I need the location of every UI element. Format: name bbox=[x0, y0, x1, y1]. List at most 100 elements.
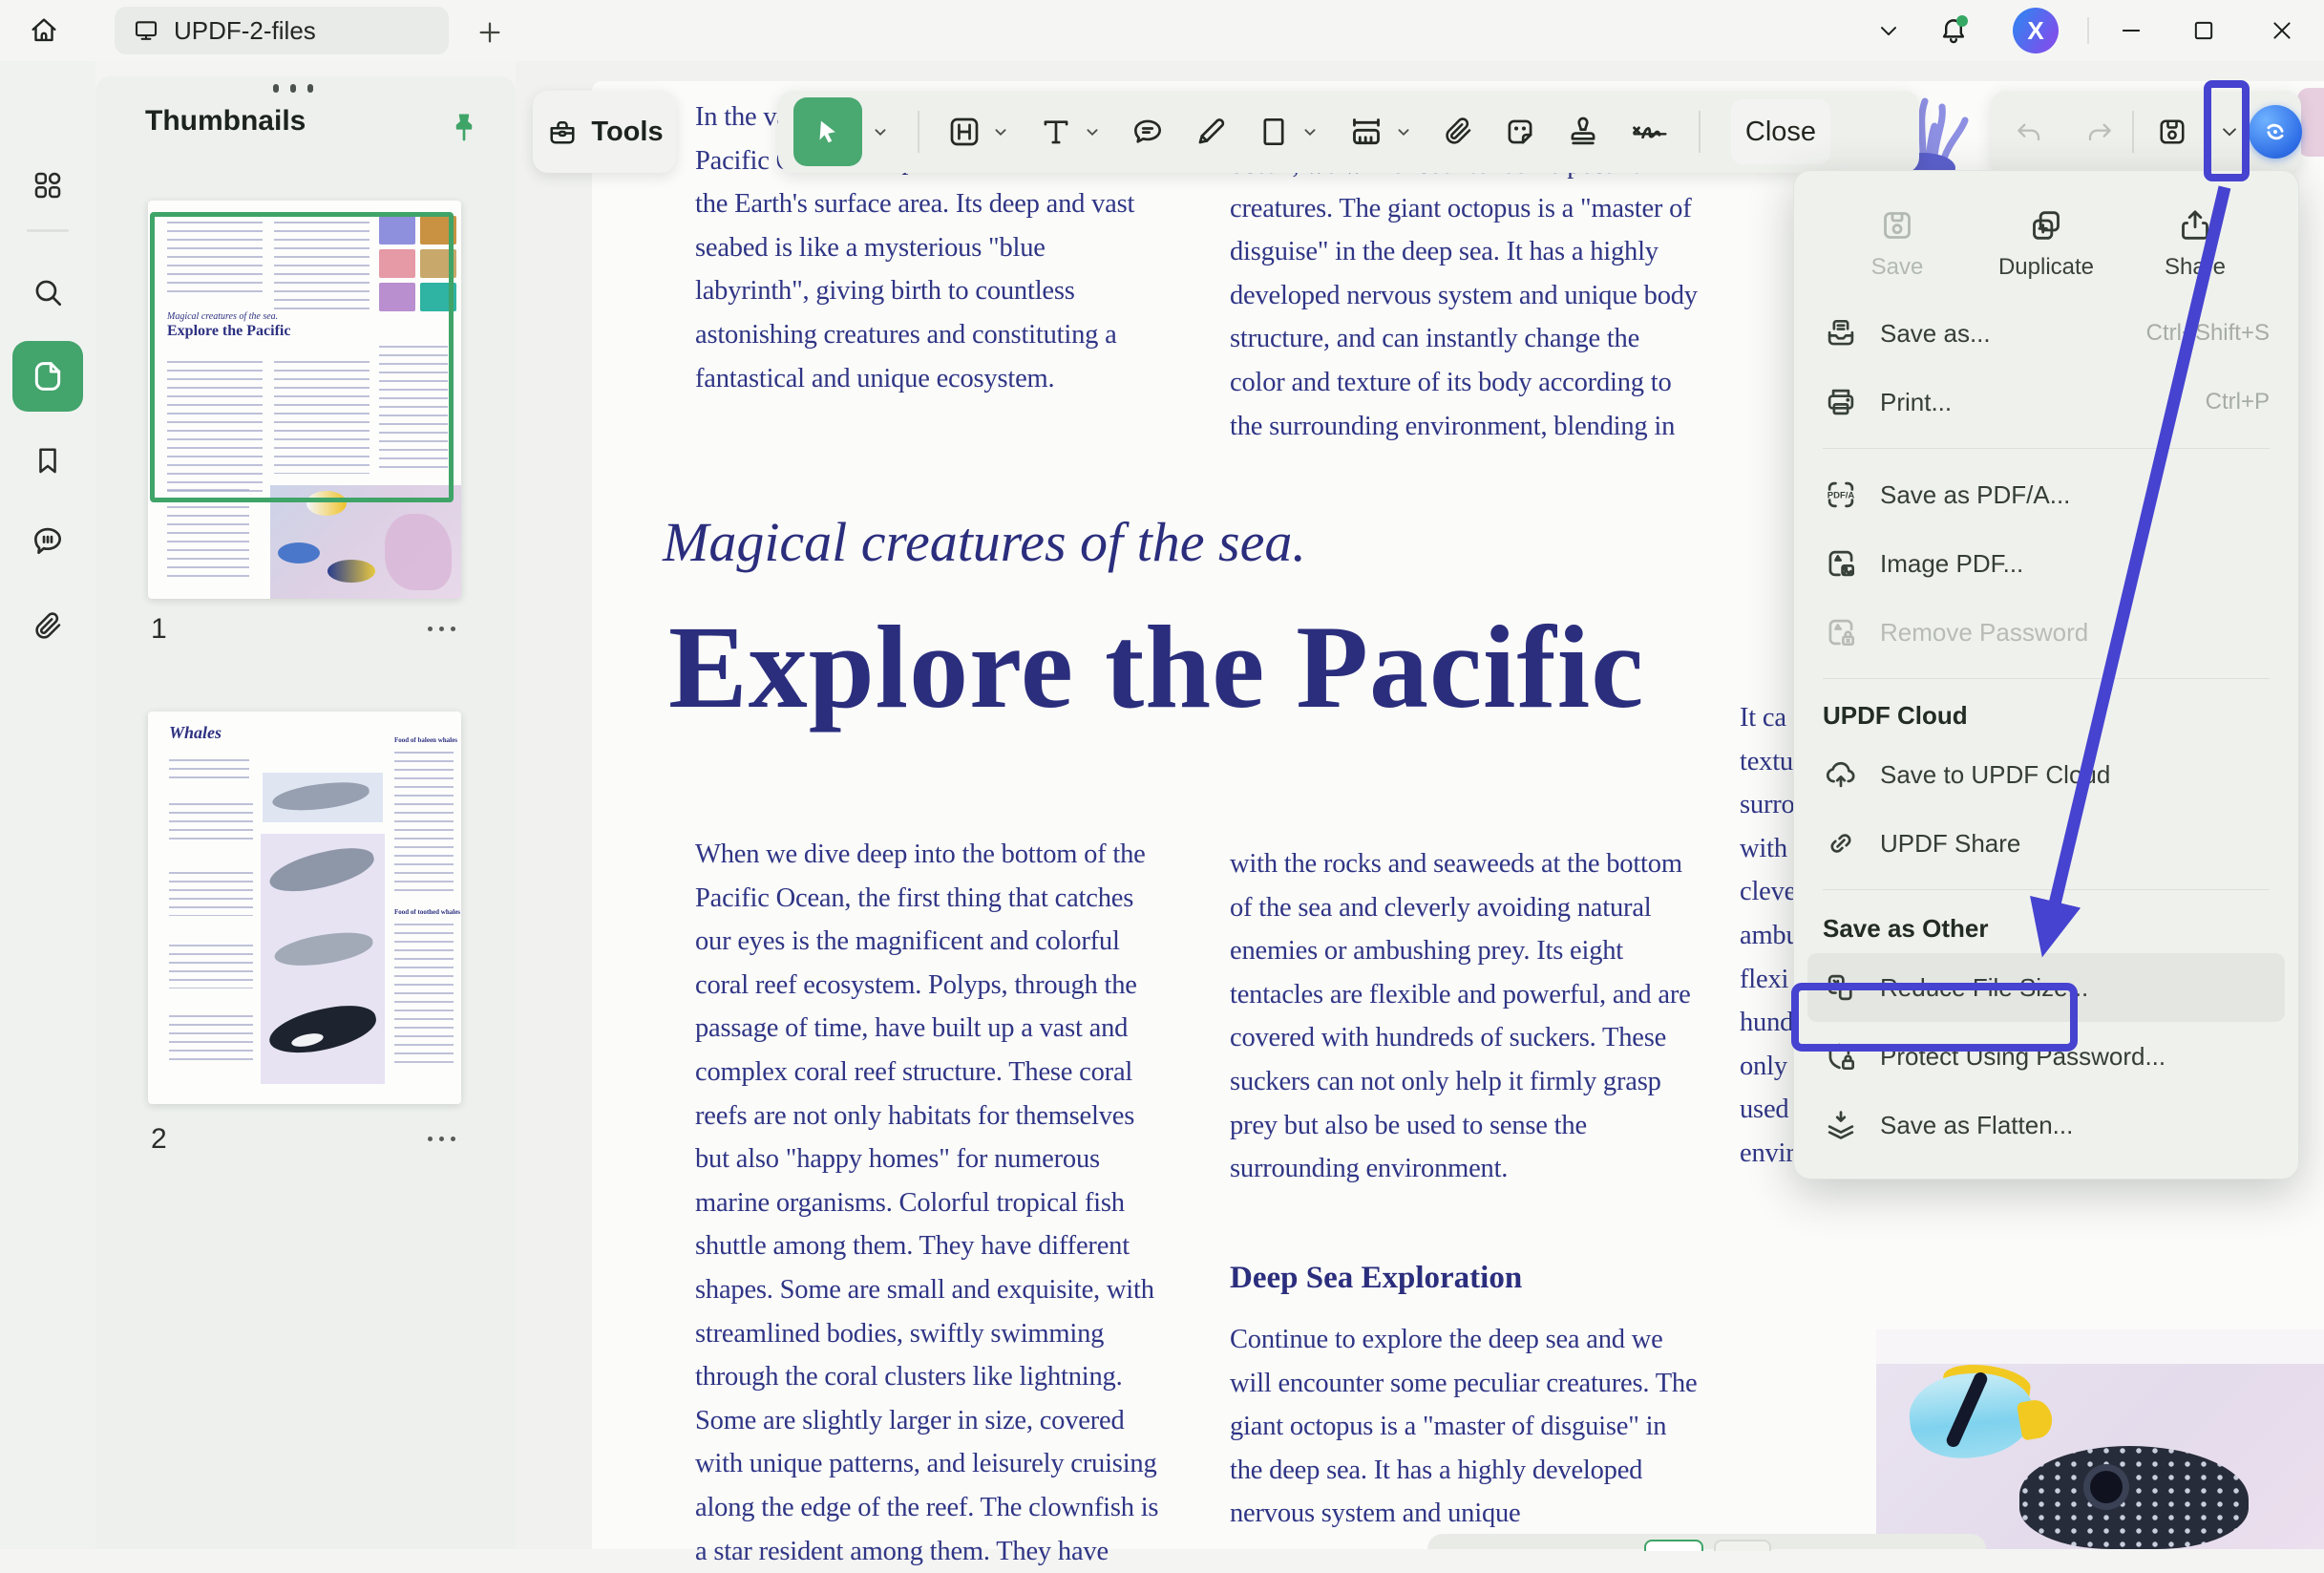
paperclip-icon bbox=[31, 609, 65, 644]
avatar[interactable]: X bbox=[2013, 8, 2059, 53]
monitor-icon bbox=[132, 16, 160, 45]
print-icon bbox=[1823, 384, 1859, 420]
pin-icon[interactable] bbox=[447, 111, 481, 145]
redo-icon bbox=[2084, 117, 2115, 147]
save-menu-dropdown-button[interactable] bbox=[2212, 115, 2247, 149]
document-tab[interactable]: UPDF-2-files bbox=[115, 7, 449, 54]
maximize-icon bbox=[2190, 17, 2217, 44]
paperclip-icon bbox=[1441, 115, 1475, 149]
pointer-tool-button[interactable] bbox=[793, 97, 862, 166]
doc-column2-main: with the rocks and seaweeds at the botto… bbox=[1230, 842, 1691, 1191]
chevron-down-icon[interactable] bbox=[1299, 121, 1320, 142]
apps-grid-button[interactable] bbox=[29, 166, 67, 204]
chevron-down-icon[interactable] bbox=[990, 121, 1011, 142]
menu-item-remove-password[interactable]: Remove Password bbox=[1794, 598, 2298, 667]
thumbnail-page-1[interactable]: Magical creatures of the sea. Explore th… bbox=[148, 201, 461, 599]
bottom-gray-button[interactable] bbox=[1714, 1540, 1771, 1551]
quick-duplicate-button[interactable]: Duplicate bbox=[1984, 206, 2108, 281]
menu-item-save-as-pdfa[interactable]: PDF/A Save as PDF/A... bbox=[1794, 460, 2298, 529]
save-icon bbox=[2155, 115, 2189, 149]
save-button[interactable] bbox=[2155, 115, 2189, 149]
quick-share-button[interactable]: Share bbox=[2133, 206, 2257, 281]
maximize-button[interactable] bbox=[2185, 13, 2223, 48]
heading-icon bbox=[946, 114, 982, 150]
chevron-down-icon[interactable] bbox=[1393, 121, 1414, 142]
mini-title-2: Whales bbox=[169, 723, 222, 743]
left-icon-rail bbox=[0, 61, 95, 1549]
close-toolbar-button[interactable]: Close bbox=[1731, 99, 1830, 164]
save-mini-toolbar bbox=[1991, 91, 2301, 173]
editing-toolbar: Close bbox=[778, 91, 1919, 173]
undo-button[interactable] bbox=[2012, 115, 2046, 149]
comments-button[interactable] bbox=[29, 521, 67, 560]
menu-item-print[interactable]: Print... Ctrl+P bbox=[1794, 368, 2298, 436]
signature-tool[interactable] bbox=[1628, 113, 1672, 151]
save-dropdown-menu: Save Duplicate Share Save as... Ctrl+Shi… bbox=[1793, 170, 2299, 1180]
doc-title: Explore the Pacific bbox=[668, 600, 1644, 735]
search-button[interactable] bbox=[29, 273, 67, 311]
bottom-toolbar-partial[interactable] bbox=[1427, 1534, 1986, 1549]
link-icon bbox=[1823, 825, 1859, 861]
menu-divider bbox=[1823, 678, 2270, 679]
measure-tool[interactable] bbox=[1347, 113, 1414, 151]
thumbnails-panel: Thumbnails Magical creatures of the sea.… bbox=[95, 76, 516, 1549]
menu-item-updf-share[interactable]: UPDF Share bbox=[1794, 809, 2298, 878]
new-tab-button[interactable] bbox=[475, 17, 505, 48]
notifications-button[interactable] bbox=[1934, 13, 1973, 48]
undo-icon bbox=[2014, 117, 2044, 147]
menu-item-protect-using-password[interactable]: Protect Using Password... bbox=[1794, 1022, 2298, 1091]
menu-divider bbox=[1823, 889, 2270, 890]
menu-item-save-as[interactable]: Save as... Ctrl+Shift+S bbox=[1794, 299, 2298, 368]
select-tool[interactable] bbox=[793, 97, 891, 166]
ai-swirl-icon bbox=[2259, 116, 2292, 148]
minimize-button[interactable] bbox=[2112, 13, 2150, 48]
photo-top-strip bbox=[1876, 1329, 2324, 1364]
chevron-down-icon[interactable] bbox=[870, 121, 891, 142]
stamp-tool[interactable] bbox=[1565, 114, 1601, 150]
flatten-icon bbox=[1823, 1107, 1859, 1143]
doc-column2-top: ocean, we will encounter some peculiarcr… bbox=[1230, 143, 1698, 448]
search-icon bbox=[30, 274, 66, 310]
quick-save-button[interactable]: Save bbox=[1835, 206, 1959, 281]
menu-item-save-to-updf-cloud[interactable]: Save to UPDF Cloud bbox=[1794, 740, 2298, 809]
bottom-green-button[interactable] bbox=[1644, 1540, 1703, 1551]
attachments-button[interactable] bbox=[29, 607, 67, 646]
doc-column3-fragments: It catextusurrowithcleveambuflexihundonl… bbox=[1740, 696, 1800, 1176]
quick-actions-row: Save Duplicate Share bbox=[1794, 188, 2298, 299]
image-pdf-icon bbox=[1823, 545, 1859, 582]
menu-item-image-pdf[interactable]: Image PDF... bbox=[1794, 529, 2298, 598]
menu-item-save-as-flatten[interactable]: Save as Flatten... bbox=[1794, 1091, 2298, 1159]
home-button[interactable] bbox=[21, 8, 67, 53]
attach-tool[interactable] bbox=[1441, 115, 1475, 149]
collapse-toolbar-button[interactable] bbox=[1870, 13, 1908, 48]
heading-tool[interactable] bbox=[946, 114, 1011, 150]
coral-decoration bbox=[2297, 88, 2324, 157]
close-window-button[interactable] bbox=[2263, 13, 2301, 48]
rail-divider bbox=[27, 229, 69, 232]
sticker-tool[interactable] bbox=[1502, 114, 1538, 150]
chevron-down-icon[interactable] bbox=[1082, 121, 1103, 142]
chevron-down-icon bbox=[1875, 17, 1902, 44]
menu-item-reduce-file-size[interactable]: Reduce File Size... bbox=[1807, 953, 2285, 1022]
tools-button[interactable]: Tools bbox=[533, 91, 676, 173]
redo-button[interactable] bbox=[2082, 115, 2117, 149]
comment-tool[interactable] bbox=[1130, 114, 1166, 150]
doc-column2-para2: Continue to explore the deep sea and wew… bbox=[1230, 1318, 1697, 1536]
chevron-down-icon bbox=[2217, 119, 2242, 144]
page-1-options-button[interactable] bbox=[428, 627, 455, 631]
share-icon bbox=[2176, 206, 2214, 244]
thumbnails-panel-button[interactable] bbox=[12, 341, 83, 412]
save-as-icon bbox=[1823, 315, 1859, 351]
bookmarks-button[interactable] bbox=[29, 441, 67, 479]
text-tool[interactable] bbox=[1038, 114, 1103, 150]
pencil-tool[interactable] bbox=[1193, 114, 1229, 150]
ai-assistant-button[interactable] bbox=[2249, 105, 2302, 159]
title-bar: UPDF-2-files X bbox=[0, 0, 2324, 61]
cursor-icon bbox=[812, 116, 844, 148]
page-2-options-button[interactable] bbox=[428, 1137, 455, 1141]
shape-tool[interactable] bbox=[1256, 114, 1320, 150]
thumbnail-page-2[interactable]: Whales Food of baleen whales Food of too… bbox=[148, 712, 461, 1104]
comment-icon bbox=[1130, 114, 1166, 150]
tab-title: UPDF-2-files bbox=[174, 16, 316, 46]
panel-drag-handle[interactable] bbox=[273, 84, 313, 93]
